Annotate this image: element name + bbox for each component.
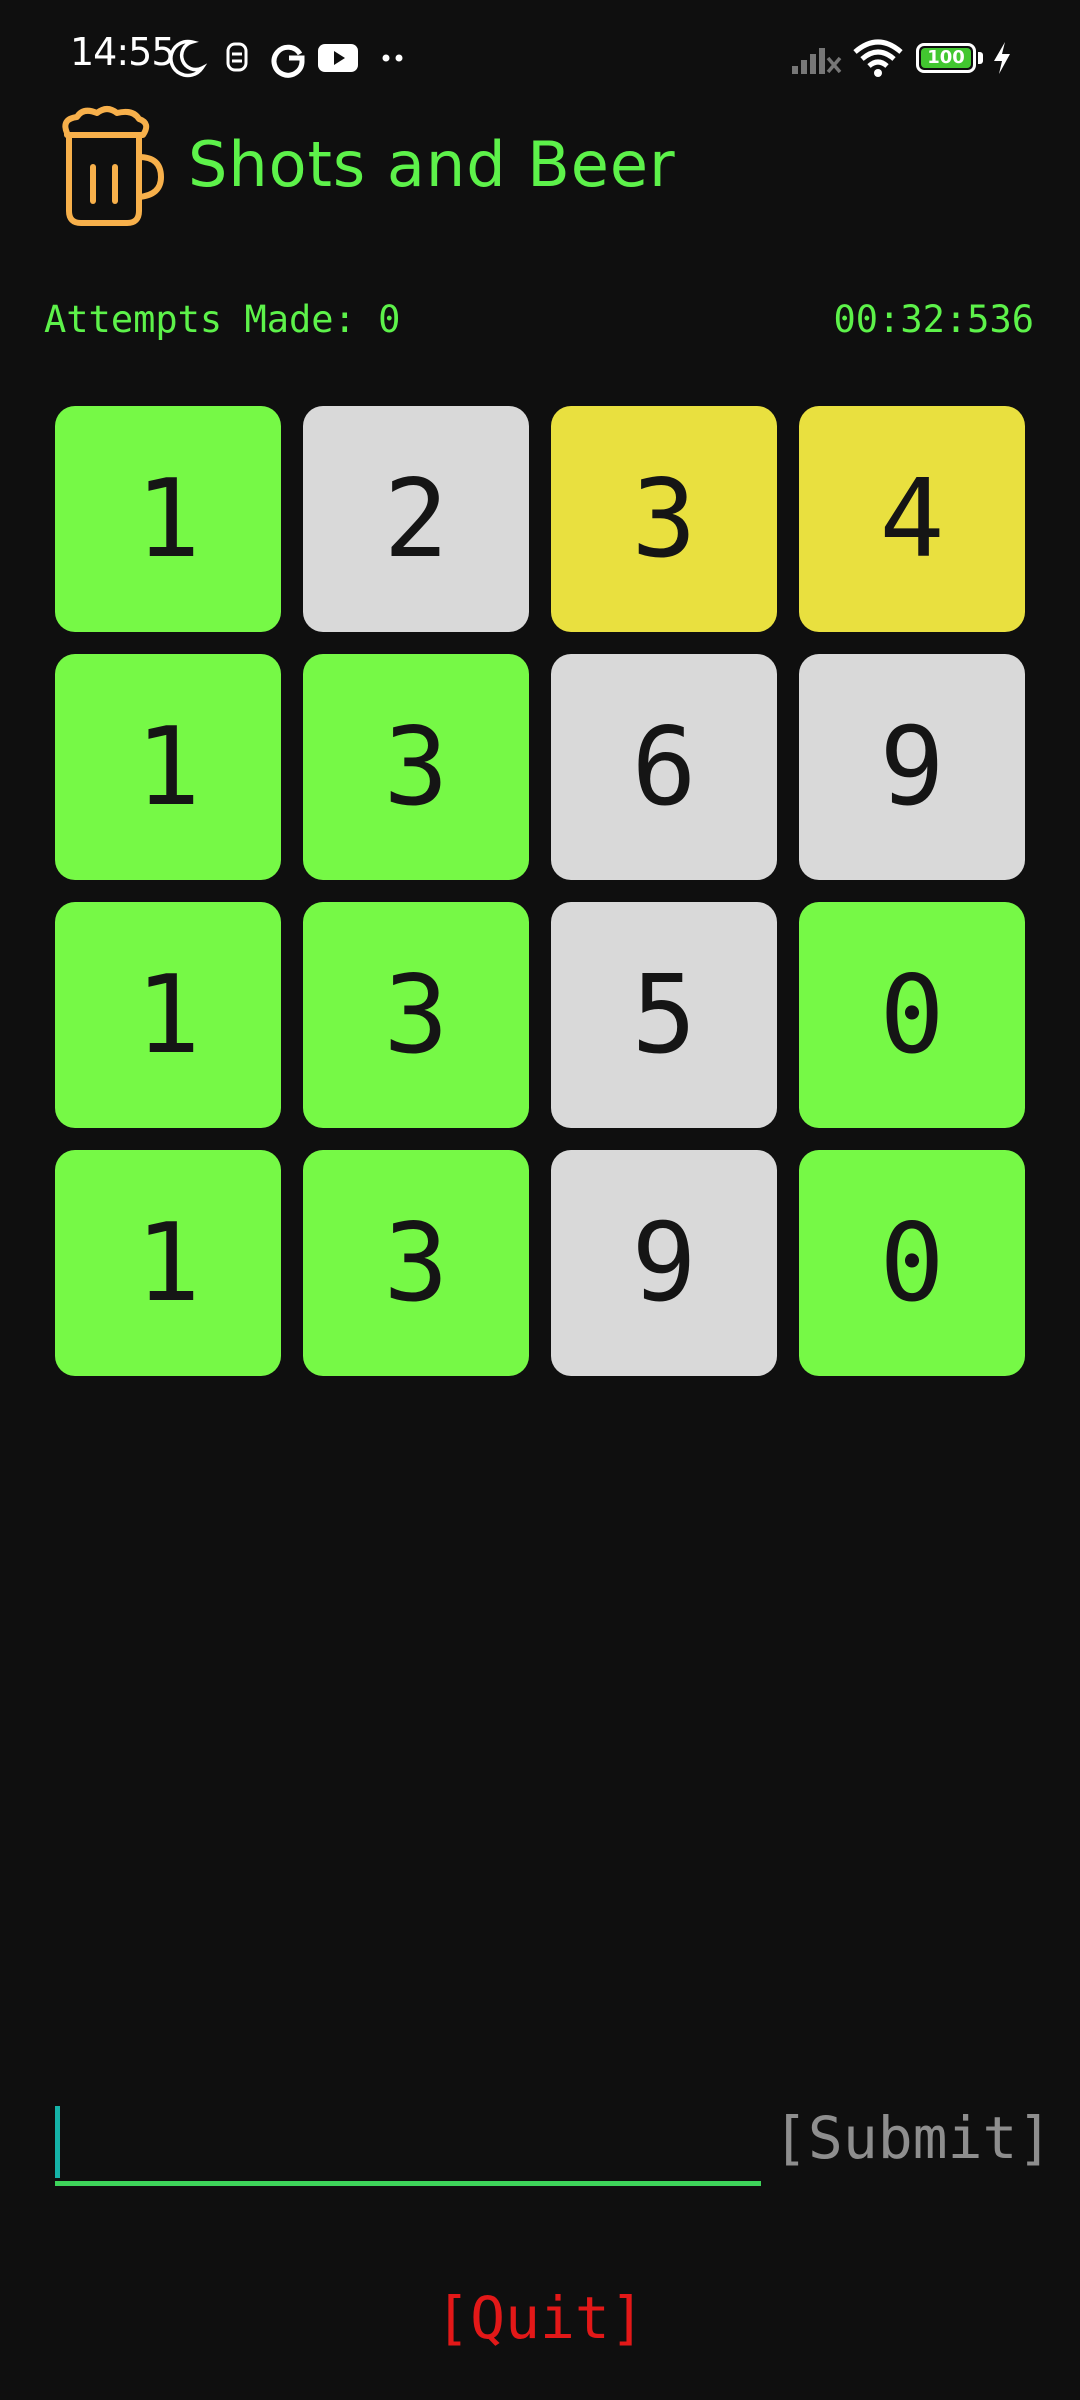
battery-cap	[978, 52, 983, 64]
beer-mug-icon	[62, 106, 165, 226]
board-cell: 2	[303, 406, 529, 632]
charging-icon	[994, 42, 1010, 74]
more-dots-icon	[382, 54, 403, 62]
board-cell: 3	[303, 1150, 529, 1376]
wifi-icon	[853, 39, 903, 77]
board-cell: 0	[799, 902, 1025, 1128]
notification-icon	[226, 42, 248, 72]
app-title: Shots and Beer	[188, 128, 676, 201]
guess-board: 1 2 3 4 1 3 6 9 1 3 5 0 1 3 9 0	[55, 406, 1025, 1376]
board-cell: 1	[55, 1150, 281, 1376]
status-bar: 14:55 100	[0, 0, 1080, 118]
board-cell: 3	[303, 902, 529, 1128]
board-cell: 0	[799, 1150, 1025, 1376]
quit-button[interactable]: [Quit]	[0, 2284, 1080, 2352]
board-cell: 1	[55, 654, 281, 880]
text-cursor	[55, 2106, 60, 2178]
board-cell: 9	[551, 1150, 777, 1376]
youtube-icon	[318, 44, 358, 72]
elapsed-timer: 00:32:536	[833, 298, 1034, 341]
google-icon	[271, 44, 305, 78]
board-cell: 3	[303, 654, 529, 880]
attempts-counter: Attempts Made: 0	[44, 298, 401, 341]
guess-input[interactable]	[55, 2100, 761, 2186]
board-cell: 9	[799, 654, 1025, 880]
board-cell: 1	[55, 902, 281, 1128]
board-cell: 1	[55, 406, 281, 632]
moon-icon	[169, 39, 208, 78]
status-time: 14:55	[70, 30, 176, 74]
submit-button[interactable]: [Submit]	[773, 2104, 1052, 2172]
battery-level: 100	[921, 48, 971, 68]
board-cell: 6	[551, 654, 777, 880]
battery-icon: 100	[916, 43, 976, 73]
board-cell: 5	[551, 902, 777, 1128]
board-cell: 4	[799, 406, 1025, 632]
board-cell: 3	[551, 406, 777, 632]
signal-icon	[792, 48, 842, 74]
